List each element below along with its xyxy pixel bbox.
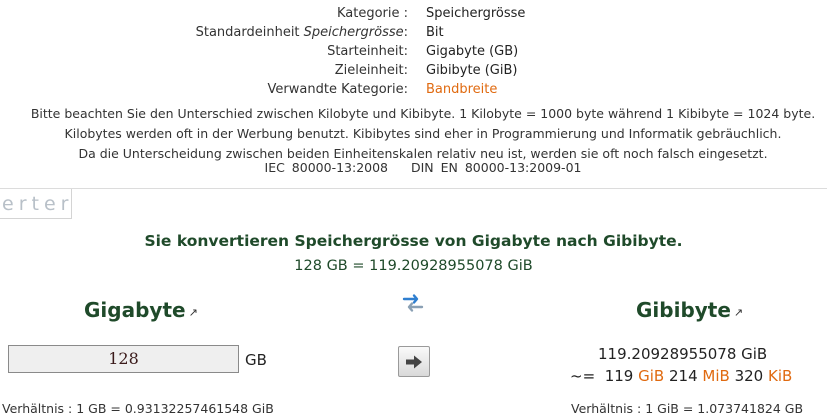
conversion-result: 128 GB = 119.20928955078 GiB bbox=[294, 258, 533, 274]
ratio-left: Verhältnis : 1 GB = 0.93132257461548 GiB bbox=[2, 401, 274, 416]
kib-unit-link[interactable]: KiB bbox=[768, 367, 792, 385]
related-category-key: Verwandte Kategorie: bbox=[267, 82, 408, 97]
conversion-headline: Sie konvertieren Speichergrösse von Giga… bbox=[144, 232, 683, 250]
note-line-1: Bitte beachten Sie den Unterschied zwisc… bbox=[30, 106, 816, 121]
related-category-link[interactable]: Bandbreite bbox=[426, 80, 497, 99]
info-row-target-unit: Zieleinheit: Gibibyte (GiB) bbox=[0, 61, 827, 80]
mib-unit-link[interactable]: MiB bbox=[702, 367, 729, 385]
to-unit-title[interactable]: Gibibyte ↗ bbox=[636, 298, 743, 322]
swap-units-icon[interactable] bbox=[402, 293, 424, 313]
category-key: Kategorie : bbox=[336, 6, 408, 21]
target-unit-key: Zieleinheit: bbox=[334, 63, 408, 78]
to-unit-name[interactable]: Gibibyte bbox=[636, 298, 731, 322]
ratio-right: Verhältnis : 1 GiB = 1.073741824 GB bbox=[571, 401, 804, 416]
approx-sign: ~= bbox=[570, 367, 596, 385]
info-row-standard-unit: Standardeinheit Speichergrösse: Bit bbox=[0, 23, 827, 42]
category-value: Speichergrösse bbox=[426, 6, 526, 21]
kib-number: 320 bbox=[734, 367, 764, 385]
standard-iec: IEC 80000-13:2008 bbox=[264, 160, 389, 175]
input-unit-label: GB bbox=[245, 351, 267, 369]
convert-button[interactable] bbox=[398, 346, 430, 377]
unit-difference-note: Bitte beachten Sie den Unterschied zwisc… bbox=[0, 104, 827, 164]
category-info-table: Kategorie : Speichergrösse Standardeinhe… bbox=[0, 4, 827, 99]
gigabyte-input[interactable]: 128 bbox=[8, 345, 239, 373]
gib-unit-link[interactable]: GiB bbox=[638, 367, 664, 385]
standard-unit-value: Bit bbox=[426, 25, 444, 40]
start-unit-key: Starteinheit: bbox=[327, 44, 408, 59]
arrow-right-icon bbox=[406, 355, 422, 368]
output-breakdown: ~= 119 GiB 214 MiB 320 KiB bbox=[570, 367, 792, 385]
section-divider bbox=[0, 188, 827, 189]
info-row-category: Kategorie : Speichergrösse bbox=[0, 4, 827, 23]
external-link-icon[interactable]: ↗ bbox=[189, 306, 198, 319]
standard-unit-key: Standardeinheit Speichergrösse: bbox=[195, 25, 408, 40]
info-row-start-unit: Starteinheit: Gigabyte (GB) bbox=[0, 42, 827, 61]
from-unit-name[interactable]: Gigabyte bbox=[84, 298, 186, 322]
note-line-2: Kilobytes werden oft in der Werbung benu… bbox=[64, 126, 782, 141]
from-unit-title[interactable]: Gigabyte ↗ bbox=[84, 298, 198, 322]
gibibyte-output: 119.20928955078 GiB bbox=[598, 345, 768, 363]
external-link-icon[interactable]: ↗ bbox=[734, 306, 743, 319]
gib-number: 119 bbox=[604, 367, 634, 385]
mib-number: 214 bbox=[668, 367, 698, 385]
converter-tab[interactable]: erter bbox=[0, 189, 72, 219]
start-unit-value: Gigabyte (GB) bbox=[426, 44, 519, 59]
standards-reference: IEC 80000-13:2008 DIN EN 80000-13:2009-0… bbox=[0, 160, 827, 175]
info-row-related: Verwandte Kategorie: Bandbreite bbox=[0, 80, 827, 99]
standard-din: DIN EN 80000-13:2009-01 bbox=[411, 160, 582, 175]
target-unit-value: Gibibyte (GiB) bbox=[426, 63, 518, 78]
